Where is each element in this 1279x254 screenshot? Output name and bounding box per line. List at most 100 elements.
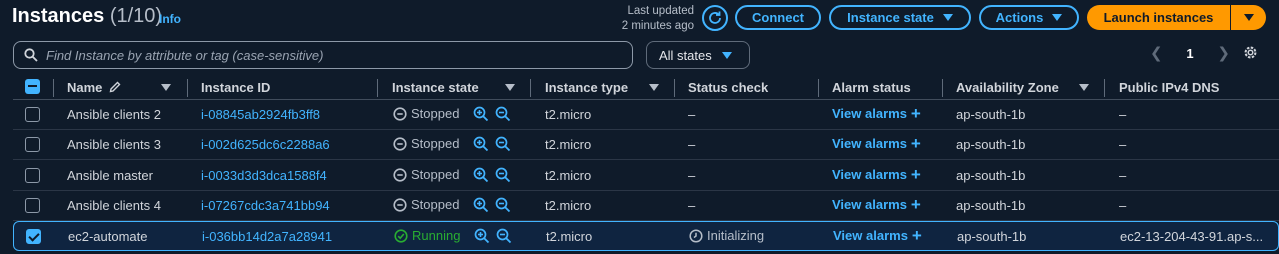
instance-state-text: Stopped <box>411 136 460 151</box>
column-divider <box>187 79 188 97</box>
zoom-in-icon[interactable] <box>473 136 489 152</box>
availability-zone: ap-south-1b <box>956 198 1026 213</box>
zoom-out-icon[interactable] <box>495 197 511 213</box>
column-divider <box>530 79 531 97</box>
sort-caret-icon[interactable] <box>505 84 515 91</box>
search-input[interactable]: Find Instance by attribute or tag (case-… <box>13 41 633 69</box>
row-checkbox[interactable] <box>25 168 40 183</box>
instance-state-label: Instance state <box>847 10 934 25</box>
column-public-dns[interactable]: Public IPv4 DNS <box>1119 80 1219 95</box>
availability-zone: ap-south-1b <box>956 168 1026 183</box>
view-alarms-link[interactable]: View alarms + <box>833 227 922 244</box>
view-alarms-label: View alarms <box>833 228 908 243</box>
instance-name: Ansible clients 4 <box>67 198 161 213</box>
previous-page-icon[interactable]: ❮ <box>1150 44 1163 62</box>
select-all-checkbox[interactable] <box>25 79 40 94</box>
column-instance-type[interactable]: Instance type <box>545 80 628 95</box>
instance-id-link[interactable]: i-0033d3d3dca1588f4 <box>201 168 327 183</box>
status-check: – <box>688 107 696 122</box>
column-instance-state[interactable]: Instance state <box>392 80 479 95</box>
view-alarms-link[interactable]: View alarms + <box>832 196 921 213</box>
public-dns: ec2-13-204-43-91.ap-s... <box>1120 229 1264 244</box>
stopped-status-icon <box>393 167 407 182</box>
search-icon <box>24 48 38 62</box>
view-alarms-link[interactable]: View alarms + <box>832 166 921 183</box>
clock-icon <box>689 228 703 243</box>
instance-name: ec2-automate <box>68 229 148 244</box>
instance-id-link[interactable]: i-07267cdc3a741bb94 <box>201 198 330 213</box>
connect-button[interactable]: Connect <box>735 5 821 30</box>
column-divider <box>1104 79 1105 97</box>
sort-caret-icon[interactable] <box>649 84 659 91</box>
caret-down-icon <box>721 51 732 59</box>
column-name[interactable]: Name <box>67 80 121 95</box>
column-status-check[interactable]: Status check <box>688 80 768 95</box>
table-header: Name Instance ID Instance state Instance… <box>13 74 1279 100</box>
public-dns: – <box>1119 198 1127 213</box>
states-filter-select[interactable]: All states <box>646 41 750 69</box>
instance-state-button[interactable]: Instance state <box>829 5 971 30</box>
row-checkbox[interactable] <box>25 137 40 152</box>
refresh-button[interactable] <box>702 5 728 31</box>
view-alarms-label: View alarms <box>832 136 907 151</box>
table-row[interactable]: Ansible clients 4 i-07267cdc3a741bb94 Stop… <box>13 191 1279 221</box>
pencil-icon <box>109 81 121 93</box>
zoom-in-icon[interactable] <box>473 197 489 213</box>
status-check-text: Initializing <box>707 228 765 243</box>
public-dns: – <box>1119 137 1127 152</box>
row-checkbox[interactable] <box>26 229 41 244</box>
zoom-in-icon[interactable] <box>473 106 489 122</box>
actions-button[interactable]: Actions <box>979 5 1079 30</box>
sort-caret-icon[interactable] <box>161 84 171 91</box>
info-link[interactable]: Info <box>159 12 181 26</box>
column-name-label: Name <box>67 80 103 95</box>
launch-dropdown-button[interactable] <box>1231 5 1266 30</box>
column-instance-id[interactable]: Instance ID <box>201 80 270 95</box>
table-row[interactable]: Ansible master i-0033d3d3dca1588f4 Stopped… <box>13 161 1279 191</box>
table-row[interactable]: Ansible clients 2 i-08845ab2924fb3ff8 Stop… <box>13 100 1279 130</box>
zoom-in-icon[interactable] <box>474 228 490 244</box>
instance-id-link[interactable]: i-002d625dc6c2288a6 <box>201 137 330 152</box>
instance-type: t2.micro <box>545 137 592 152</box>
row-checkbox[interactable] <box>25 198 40 213</box>
instance-id-link[interactable]: i-08845ab2924fb3ff8 <box>201 107 320 122</box>
view-alarms-link[interactable]: View alarms + <box>832 105 921 122</box>
view-alarms-label: View alarms <box>832 167 907 182</box>
settings-gear-icon[interactable] <box>1242 44 1259 61</box>
current-page[interactable]: 1 <box>1186 46 1193 61</box>
column-divider <box>377 79 378 97</box>
table-row[interactable]: Ansible clients 3 i-002d625dc6c2288a6 Stop… <box>13 130 1279 160</box>
zoom-out-icon[interactable] <box>495 106 511 122</box>
view-alarms-link[interactable]: View alarms + <box>832 133 921 153</box>
plus-icon: + <box>910 133 921 153</box>
pagination: ❮ 1 ❯ <box>1150 43 1230 63</box>
connect-label: Connect <box>752 10 804 25</box>
refresh-icon <box>709 11 721 24</box>
zoom-in-icon[interactable] <box>473 167 489 183</box>
launch-instances-split-button: Launch instances <box>1087 5 1266 30</box>
sort-caret-icon[interactable] <box>1079 84 1089 91</box>
next-page-icon[interactable]: ❯ <box>1217 44 1230 62</box>
column-alarm-status[interactable]: Alarm status <box>832 80 911 95</box>
status-check: Initializing <box>689 228 764 243</box>
status-check: – <box>688 198 696 213</box>
zoom-out-icon[interactable] <box>495 136 511 152</box>
column-divider <box>818 79 819 97</box>
page-header: Instances (1/10) Info Last updated 2 min… <box>0 0 1279 36</box>
row-checkbox[interactable] <box>25 107 40 122</box>
instance-state-text: Stopped <box>411 167 460 182</box>
instance-state: Running <box>394 228 460 243</box>
instance-state: Stopped <box>393 167 459 182</box>
launch-instances-button[interactable]: Launch instances <box>1087 5 1231 30</box>
instance-id-link[interactable]: i-036bb14d2a7a28941 <box>202 229 332 244</box>
instance-name: Ansible clients 2 <box>67 107 161 122</box>
public-dns: – <box>1119 107 1127 122</box>
instance-type: t2.micro <box>545 107 592 122</box>
column-availability-zone[interactable]: Availability Zone <box>956 80 1059 95</box>
zoom-out-icon[interactable] <box>496 228 512 244</box>
instance-state: Stopped <box>393 136 459 151</box>
instance-type: t2.micro <box>545 198 592 213</box>
table-row[interactable]: ec2-automate i-036bb14d2a7a28941 Running t2… <box>13 221 1279 251</box>
availability-zone: ap-south-1b <box>956 137 1026 152</box>
zoom-out-icon[interactable] <box>495 167 511 183</box>
